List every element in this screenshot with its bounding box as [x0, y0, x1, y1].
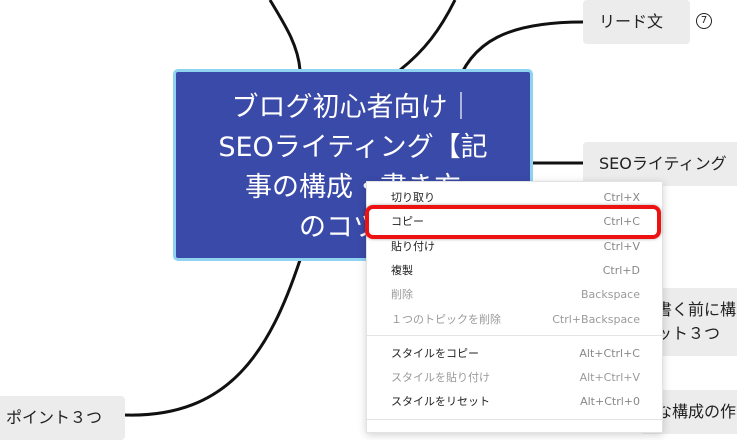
menu-item-shortcut: Ctrl+X: [603, 191, 640, 204]
menu-item-duplicate[interactable]: 複製 Ctrl+D: [367, 259, 662, 283]
menu-item-delete[interactable]: 削除 Backspace: [367, 283, 662, 307]
menu-item-label: 複製: [391, 264, 413, 277]
menu-item-reset-style[interactable]: スタイルをリセット Alt+Ctrl+0: [367, 390, 662, 414]
topic-before-writing-line-2: ット３つ: [656, 324, 721, 343]
menu-item-paste[interactable]: 貼り付け Ctrl+V: [367, 235, 662, 259]
menu-item-label: １つのトピックを削除: [391, 313, 501, 326]
topic-three-points-label: ポイント３つ: [6, 408, 103, 427]
menu-item-cut[interactable]: 切り取り Ctrl+X: [367, 186, 662, 210]
menu-item-shortcut: Alt+Ctrl+0: [580, 395, 640, 408]
menu-item-shortcut: Alt+Ctrl+V: [579, 371, 640, 384]
menu-item-shortcut: Ctrl+V: [603, 240, 640, 253]
menu-item-copy[interactable]: コピー Ctrl+C: [367, 210, 662, 234]
menu-item-shortcut: Ctrl+C: [603, 215, 640, 228]
menu-separator: [367, 335, 662, 336]
topic-structure-label: な構成の作: [656, 402, 737, 421]
menu-item-shortcut: Ctrl+Backspace: [552, 313, 640, 326]
menu-item-copy-style[interactable]: スタイルをコピー Alt+Ctrl+C: [367, 342, 662, 366]
menu-item-label: コピー: [391, 215, 424, 228]
menu-item-delete-single-topic[interactable]: １つのトピックを削除 Ctrl+Backspace: [367, 308, 662, 332]
menu-item-shortcut: Ctrl+D: [602, 264, 640, 277]
topic-seo-writing-label: SEOライティング: [599, 154, 727, 173]
menu-item-shortcut: Alt+Ctrl+C: [579, 347, 640, 360]
menu-item-label: 貼り付け: [391, 240, 435, 253]
menu-item-label: スタイルをリセット: [391, 395, 490, 408]
menu-item-label: 削除: [391, 288, 413, 301]
collapsed-count-badge[interactable]: 7: [696, 13, 712, 29]
menu-item-label: 切り取り: [391, 191, 435, 204]
menu-item-shortcut: Backspace: [581, 288, 640, 301]
central-topic-line-2: SEOライティング【記: [218, 132, 488, 163]
menu-item-paste-style[interactable]: スタイルを貼り付け Alt+Ctrl+V: [367, 366, 662, 390]
topic-lead[interactable]: リード文: [583, 0, 690, 44]
menu-item-label: スタイルをコピー: [391, 347, 479, 360]
topic-lead-label: リード文: [599, 12, 664, 31]
topic-before-writing-line-1: 書く前に構: [656, 300, 737, 319]
menu-item-label: スタイルを貼り付け: [391, 371, 490, 384]
context-menu: 切り取り Ctrl+X コピー Ctrl+C 貼り付け Ctrl+V 複製 Ct…: [366, 181, 663, 433]
topic-three-points[interactable]: ポイント３つ: [0, 396, 125, 440]
central-topic-line-1: ブログ初心者向け｜: [231, 92, 475, 123]
menu-separator: [367, 419, 662, 420]
topic-seo-writing[interactable]: SEOライティング: [583, 142, 737, 186]
